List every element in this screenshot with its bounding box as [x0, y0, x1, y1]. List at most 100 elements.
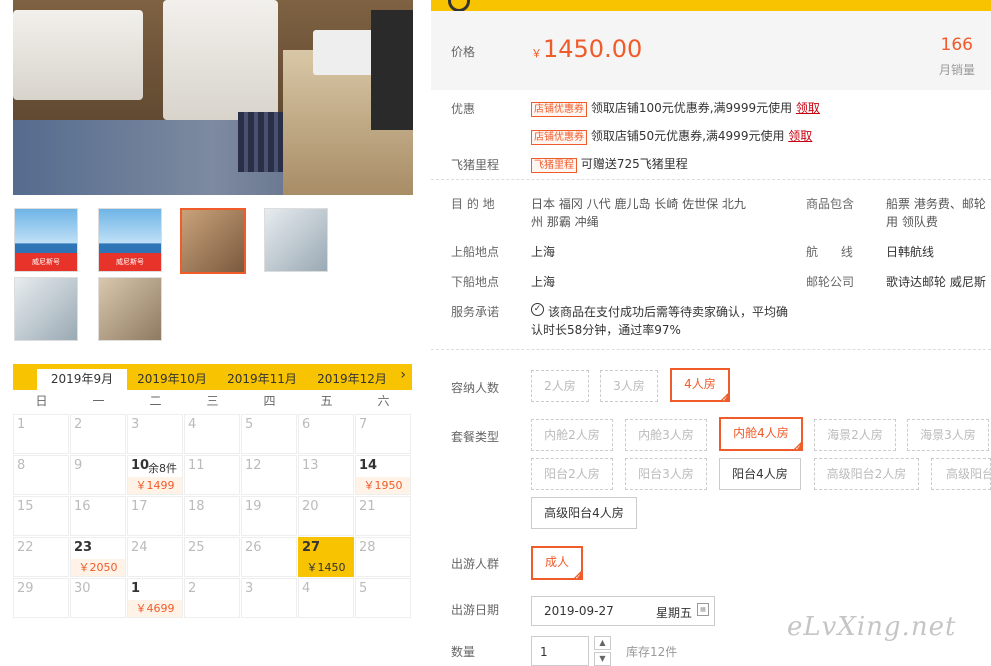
calendar-day[interactable]: 10 余8件 ￥1499	[127, 455, 183, 495]
calendar-day[interactable]: 14 ￥1950	[355, 455, 411, 495]
coupon-text: 领取店铺100元优惠券,满9999元使用	[590, 101, 793, 115]
thumbnail-2[interactable]: 威尼斯号	[98, 208, 162, 272]
divider	[431, 349, 991, 350]
day-number: 23	[74, 540, 93, 555]
boarding-label: 上船地点	[451, 245, 500, 259]
option-label: 2人房	[544, 379, 576, 393]
calendar-day: 3	[127, 414, 183, 454]
capacity-option-3[interactable]: 3人房	[600, 370, 658, 402]
package-option[interactable]: 阳台2人房	[531, 458, 613, 490]
calendar-day: 28	[355, 537, 411, 577]
day-number: 5	[359, 581, 368, 596]
day-number: 17	[131, 499, 148, 514]
calendar-day: 1	[13, 414, 69, 454]
package-option[interactable]: 海景2人房	[814, 419, 896, 451]
tab-2019-10[interactable]: 2019年10月	[128, 369, 216, 390]
day-number: 14	[359, 458, 378, 473]
calendar-day: 7	[355, 414, 411, 454]
day-number: 16	[74, 499, 91, 514]
traveler-adult-selected[interactable]: 成人 ✓	[531, 546, 583, 581]
claim-coupon-link[interactable]: 领取	[788, 129, 812, 143]
option-label: 内舱3人房	[638, 428, 694, 442]
quantity-increase-icon[interactable]: ▲	[594, 636, 611, 650]
calendar-day[interactable]: 23 ￥2050	[70, 537, 126, 577]
includes-label: 商品包含	[806, 197, 855, 211]
calendar-day: 4	[298, 578, 354, 618]
price-box: 价格 ￥ 1450.00 166 月销量	[431, 11, 991, 90]
calendar-day: 8	[13, 455, 69, 495]
option-label: 海景3人房	[920, 428, 976, 442]
day-price: ￥1499	[128, 477, 182, 494]
tab-2019-09[interactable]: 2019年9月	[37, 369, 127, 390]
thumbnail-4[interactable]	[264, 208, 328, 272]
check-icon: ✓	[795, 444, 801, 452]
thumbnail-caption: 威尼斯号	[99, 253, 161, 271]
day-price: ￥1450	[299, 559, 353, 576]
calendar-day: 5	[241, 414, 297, 454]
mileage-row: 飞猪里程 可赠送725飞猪里程	[531, 155, 688, 173]
package-option[interactable]: 高级阳台	[931, 458, 991, 490]
date-value: 2019-09-27	[544, 604, 614, 618]
top-banner-bar	[431, 0, 991, 11]
thumbnail-1[interactable]: 威尼斯号	[14, 208, 78, 272]
thumbnail-6[interactable]	[98, 277, 162, 341]
calendar-day-selected[interactable]: 27 ￥1450	[298, 537, 354, 577]
calendar-icon[interactable]: ▦	[697, 603, 709, 616]
date-weekday: 星期五	[656, 606, 693, 620]
travel-date-input[interactable]: 2019-09-27 星期五 ▦	[531, 596, 715, 626]
package-option[interactable]: 阳台3人房	[625, 458, 707, 490]
divider	[431, 179, 991, 180]
package-option[interactable]: 阳台4人房	[719, 458, 801, 490]
calendar-day: 26	[241, 537, 297, 577]
service-line-2: 认时长58分钟，通过率97%	[531, 323, 681, 337]
weekday-header: 六	[377, 394, 390, 408]
calendar-day: 9	[70, 455, 126, 495]
capacity-option-4-selected[interactable]: 4人房 ✓	[670, 368, 730, 403]
cruise-company-label: 邮轮公司	[806, 275, 855, 289]
package-option[interactable]: 内舱2人房	[531, 419, 613, 451]
quantity-input[interactable]: 1	[531, 636, 589, 666]
option-label: 高级阳台2人房	[826, 467, 907, 481]
day-number: 2	[74, 417, 83, 432]
package-label: 套餐类型	[451, 430, 500, 444]
option-label: 内舱4人房	[733, 426, 789, 440]
day-number: 11	[188, 458, 205, 473]
option-label: 阳台2人房	[544, 467, 600, 481]
day-number: 8	[17, 458, 26, 473]
thumbnail-3-selected[interactable]	[180, 208, 246, 274]
package-option[interactable]: 内舱3人房	[625, 419, 707, 451]
quantity-decrease-icon[interactable]: ▼	[594, 652, 611, 666]
travel-date-label: 出游日期	[451, 603, 500, 617]
package-option[interactable]: 高级阳台2人房	[814, 458, 919, 490]
package-option-selected[interactable]: 内舱4人房 ✓	[719, 417, 803, 452]
option-label: 阳台4人房	[732, 467, 788, 481]
destination-label: 目 的 地	[451, 197, 495, 211]
day-number: 13	[302, 458, 319, 473]
package-option[interactable]: 高级阳台4人房	[531, 497, 637, 529]
claim-coupon-link[interactable]: 领取	[796, 101, 820, 115]
tab-2019-11[interactable]: 2019年11月	[218, 369, 306, 390]
day-number: 25	[188, 540, 205, 555]
chevron-right-icon[interactable]: ›	[400, 367, 406, 383]
check-icon: ✓	[722, 395, 728, 403]
day-number: 6	[302, 417, 311, 432]
package-option[interactable]: 海景3人房	[907, 419, 989, 451]
destination-line-2: 州 那霸 冲绳	[531, 215, 599, 229]
thumbnail-5[interactable]	[14, 277, 78, 341]
day-price: ￥4699	[128, 600, 182, 617]
calendar-day: 17	[127, 496, 183, 536]
monthly-sales-count: 166	[940, 35, 973, 55]
day-number: 22	[17, 540, 34, 555]
capacity-option-2[interactable]: 2人房	[531, 370, 589, 402]
tab-2019-12[interactable]: 2019年12月	[308, 369, 396, 390]
coupon-tag: 店铺优惠券	[531, 102, 587, 117]
calendar-day: 21	[355, 496, 411, 536]
calendar-day: 2	[70, 414, 126, 454]
day-number: 7	[359, 417, 368, 432]
calendar-day: 15	[13, 496, 69, 536]
stock-text: 库存12件	[626, 645, 678, 659]
option-label: 海景2人房	[827, 428, 883, 442]
calendar-day[interactable]: 1 ￥4699	[127, 578, 183, 618]
calendar-day: 18	[184, 496, 240, 536]
day-number: 3	[245, 581, 254, 596]
